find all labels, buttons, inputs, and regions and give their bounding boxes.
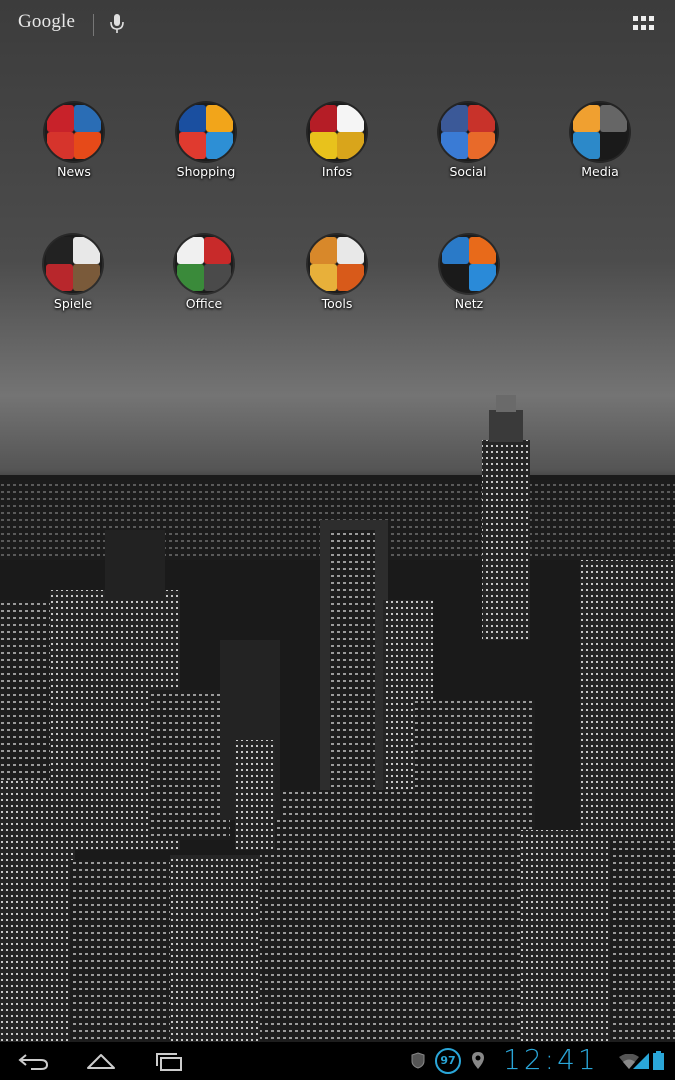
- all-apps-grid-icon[interactable]: [633, 16, 655, 32]
- location-pin-icon: [472, 1052, 484, 1069]
- folder-label: Social: [449, 164, 487, 179]
- shield-icon: [411, 1052, 425, 1069]
- divider: [93, 14, 94, 36]
- folder-netz-icon: [440, 235, 498, 293]
- folder-spiele-icon: [44, 235, 102, 293]
- folder-label: Tools: [321, 296, 353, 311]
- back-arrow-icon[interactable]: [17, 1050, 51, 1072]
- recent-apps-icon[interactable]: [152, 1050, 186, 1072]
- folder-social-icon: [439, 103, 497, 161]
- folder-label: Media: [581, 164, 619, 179]
- folder-shopping[interactable]: Shopping: [151, 103, 261, 203]
- system-bar: 97 12:41: [0, 1042, 675, 1080]
- folder-label: Netz: [454, 296, 484, 311]
- folder-tools-icon: [308, 235, 366, 293]
- home-icon[interactable]: [84, 1050, 118, 1072]
- folder-label: Office: [185, 296, 223, 311]
- clock: 12:41: [503, 1043, 599, 1076]
- folder-shopping-icon: [177, 103, 235, 161]
- folder-media-icon: [571, 103, 629, 161]
- signal-strength-icon: [633, 1053, 649, 1069]
- folder-media[interactable]: Media: [545, 103, 655, 203]
- folder-news[interactable]: News: [19, 103, 129, 203]
- folder-office-icon: [175, 235, 233, 293]
- status-area[interactable]: 97 12:41: [405, 1042, 675, 1080]
- folder-infos[interactable]: Infos: [282, 103, 392, 203]
- folder-label: Infos: [321, 164, 353, 179]
- search-bar[interactable]: Google: [0, 0, 675, 48]
- folder-infos-icon: [308, 103, 366, 161]
- folder-news-icon: [45, 103, 103, 161]
- folder-label: News: [57, 164, 91, 179]
- folder-netz[interactable]: Netz: [414, 235, 524, 335]
- folder-label: Shopping: [176, 164, 236, 179]
- folder-spiele[interactable]: Spiele: [18, 235, 128, 335]
- folder-tools[interactable]: Tools: [282, 235, 392, 335]
- google-search-label[interactable]: Google: [18, 11, 75, 33]
- battery-icon: [653, 1051, 664, 1070]
- folder-social[interactable]: Social: [413, 103, 523, 203]
- battery-percent-badge: 97: [435, 1048, 461, 1074]
- folder-label: Spiele: [53, 296, 93, 311]
- microphone-icon[interactable]: [108, 12, 126, 36]
- folder-office[interactable]: Office: [149, 235, 259, 335]
